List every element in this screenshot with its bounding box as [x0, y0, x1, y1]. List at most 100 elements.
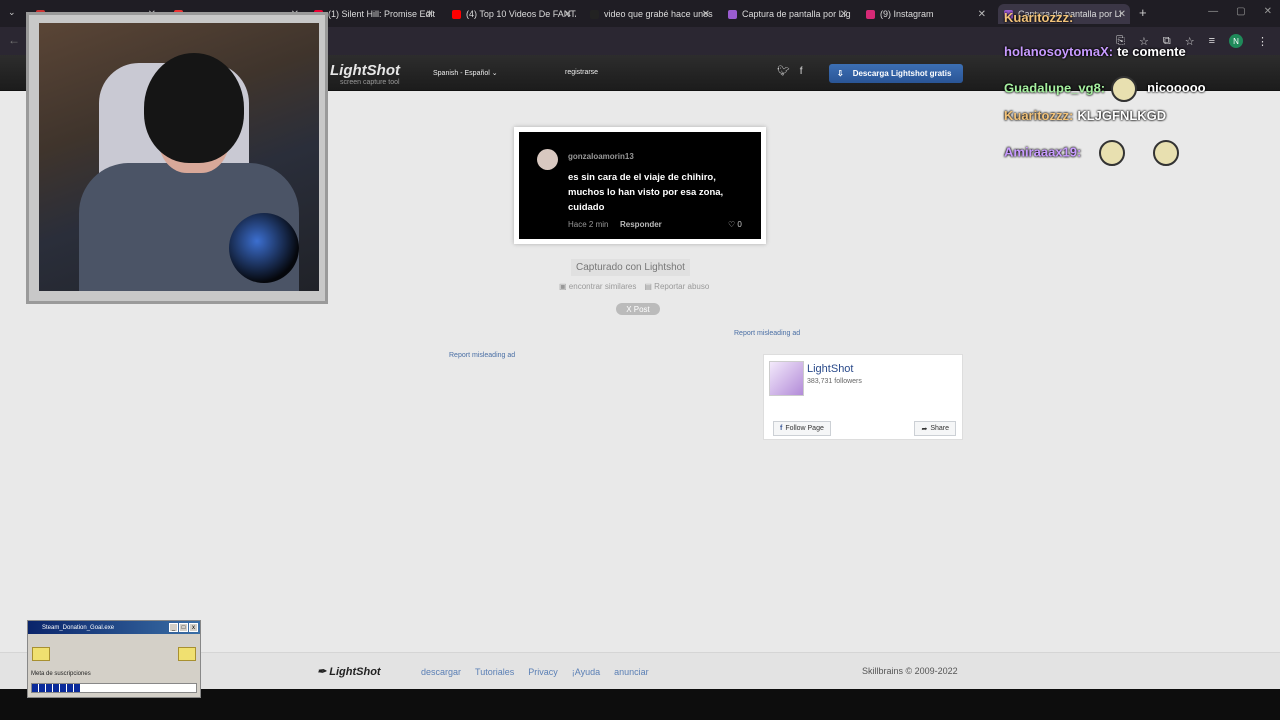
folder-icon — [32, 647, 50, 661]
chat-username: Amiraaax19: — [1004, 144, 1082, 160]
new-tab-button[interactable]: + — [1139, 5, 1147, 20]
chat-message: Amiraaax19: — [1004, 140, 1193, 166]
tab-close-icon[interactable]: ✕ — [564, 9, 572, 20]
tab-close-icon[interactable]: ✕ — [426, 9, 434, 20]
chat-message: Kuaritozzz: — [1004, 10, 1077, 25]
close-window-icon[interactable]: ✕ — [1264, 6, 1272, 17]
window-controls: — ▢ ✕ — [1208, 6, 1272, 17]
download-button[interactable]: ⇩ Descarga Lightshot gratis — [829, 64, 963, 83]
report-abuse-label: Reportar abuso — [654, 282, 710, 291]
chat-username: Kuaritozzz: — [1004, 10, 1074, 25]
share-icon: ➦ — [921, 425, 928, 433]
media-control-icon[interactable]: ≡ — [1209, 35, 1215, 47]
image-actions: ▣ encontrar similares ▤ Reportar abuso — [559, 282, 709, 291]
back-icon[interactable]: ← — [8, 33, 20, 47]
copyright[interactable]: Skillbrains © 2009-2022 — [862, 666, 958, 676]
tab-close-icon[interactable]: ✕ — [702, 9, 710, 20]
profile-avatar[interactable]: N — [1229, 34, 1243, 48]
tab-label: (4) Top 10 Videos De FANTA — [466, 9, 576, 19]
screenshot-content: gonzaloamorin13 es sin cara de el viaje … — [519, 132, 761, 239]
share-button[interactable]: ➦ Share — [914, 421, 956, 436]
footer-nav: descargar Tutoriales Privacy ¡Ayuda anun… — [421, 667, 649, 677]
donation-progress-fill — [32, 684, 82, 692]
follow-label: Follow Page — [785, 425, 824, 432]
lightshot-logo[interactable]: LightShot screen capture tool — [330, 62, 400, 86]
comment-text: es sin cara de el viaje de chihiro, much… — [568, 172, 724, 213]
microphone — [229, 213, 299, 283]
footer-link-download[interactable]: descargar — [421, 667, 461, 677]
tab-close-icon[interactable]: ✕ — [1118, 9, 1126, 20]
screenshot-image[interactable]: gonzaloamorin13 es sin cara de el viaje … — [514, 127, 766, 244]
donation-title-text: Steam_Donation_Goal.exe — [42, 624, 115, 631]
webcam-overlay — [26, 12, 328, 304]
fb-followers: 383,731 followers — [807, 378, 862, 385]
report-ad-link-left[interactable]: Report misleading ad — [449, 352, 515, 359]
share-label: Share — [930, 425, 949, 432]
browser-tab[interactable]: Captura de pantalla por Lig ✕ — [722, 4, 852, 24]
tab-search-icon[interactable]: ⌄ — [8, 7, 16, 18]
emote-icon — [1099, 140, 1126, 166]
webcam-feed — [39, 23, 319, 291]
chat-text: te comente — [1117, 44, 1186, 59]
like-count: 0 — [737, 220, 742, 229]
donation-progress-bar — [31, 683, 197, 693]
chat-username: Kuaritozzz: — [1004, 108, 1074, 123]
browser-tab[interactable]: video que grabé hace unos ✕ — [584, 4, 714, 24]
maximize-icon: □ — [179, 623, 188, 632]
follow-page-button[interactable]: f Follow Page — [773, 421, 831, 436]
footer-link-help[interactable]: ¡Ayuda — [572, 667, 600, 677]
chat-text: nicooooo — [1147, 80, 1206, 96]
footer-logo[interactable]: ✒ LightShot — [317, 665, 381, 678]
heart-icon: ♡ — [728, 220, 736, 229]
language-selector[interactable]: Spanish - Español ⌄ — [433, 69, 498, 77]
comment-time: Hace 2 min — [568, 220, 609, 229]
chevron-down-icon: ⌄ — [491, 70, 498, 77]
camera-icon: ▣ — [559, 282, 567, 291]
menu-icon[interactable]: ⋮ — [1257, 35, 1268, 48]
tab-favicon-icon — [866, 9, 875, 19]
language-label: Spanish - Español — [433, 70, 490, 77]
streamer-hair — [144, 53, 244, 163]
favorites-icon[interactable]: ☆ — [1185, 35, 1195, 48]
download-icon: ⇩ — [837, 69, 844, 78]
close-icon: x — [189, 623, 198, 632]
minimize-icon[interactable]: — — [1208, 6, 1218, 17]
facebook-icon[interactable]: f — [800, 66, 803, 77]
emote-icon — [1111, 76, 1138, 102]
flag-icon: ▤ — [644, 282, 652, 291]
tab-close-icon[interactable]: ✕ — [978, 9, 986, 20]
logo-tagline: screen capture tool — [340, 79, 400, 86]
fb-page-name[interactable]: LightShot — [807, 363, 853, 375]
chat-message: Kuaritozzz: KLJGFNLKGD — [1004, 108, 1166, 123]
footer-link-advertise[interactable]: anunciar — [614, 667, 649, 677]
social-links: 🐦︎ f — [777, 66, 802, 77]
footer-link-privacy[interactable]: Privacy — [528, 667, 558, 677]
maximize-icon[interactable]: ▢ — [1236, 6, 1245, 17]
footer-link-tutorials[interactable]: Tutoriales — [475, 667, 514, 677]
chat-message: holanosoytomaX: te comente — [1004, 44, 1186, 59]
twitter-icon[interactable]: 🐦︎ — [777, 66, 790, 77]
page-thumbnail[interactable] — [769, 361, 804, 396]
tab-close-icon[interactable]: ✕ — [840, 9, 848, 20]
find-similar-label: encontrar similares — [568, 282, 637, 291]
x-post-button[interactable]: X Post — [616, 303, 660, 315]
report-ad-link-right[interactable]: Report misleading ad — [734, 330, 800, 337]
browser-tab[interactable]: (9) Instagram ✕ — [860, 4, 990, 24]
footer-logo-text: LightShot — [329, 666, 381, 678]
browser-tab[interactable]: (4) Top 10 Videos De FANTA ✕ — [446, 4, 576, 24]
comment-username: gonzaloamorin13 — [568, 152, 634, 161]
emote-icon — [1153, 140, 1180, 166]
folder-icon — [178, 647, 196, 661]
facebook-page-widget: LightShot 383,731 followers f Follow Page… — [763, 354, 963, 440]
commenter-avatar — [537, 149, 558, 170]
download-label: Descarga Lightshot gratis — [852, 69, 952, 78]
logo-text: LightShot — [330, 62, 400, 79]
feather-icon: ✒ — [317, 666, 327, 678]
donation-goal-widget: Steam_Donation_Goal.exe _ □ x Meta de su… — [27, 620, 201, 698]
find-similar-link[interactable]: ▣ encontrar similares — [559, 282, 636, 291]
report-abuse-link[interactable]: ▤ Reportar abuso — [644, 282, 709, 291]
chat-message: Guadalupe_vg8: nicooooo — [1004, 76, 1206, 102]
register-link[interactable]: registrarse — [565, 69, 598, 76]
tab-label: (9) Instagram — [880, 9, 934, 19]
comment-reply: Responder — [620, 220, 662, 229]
